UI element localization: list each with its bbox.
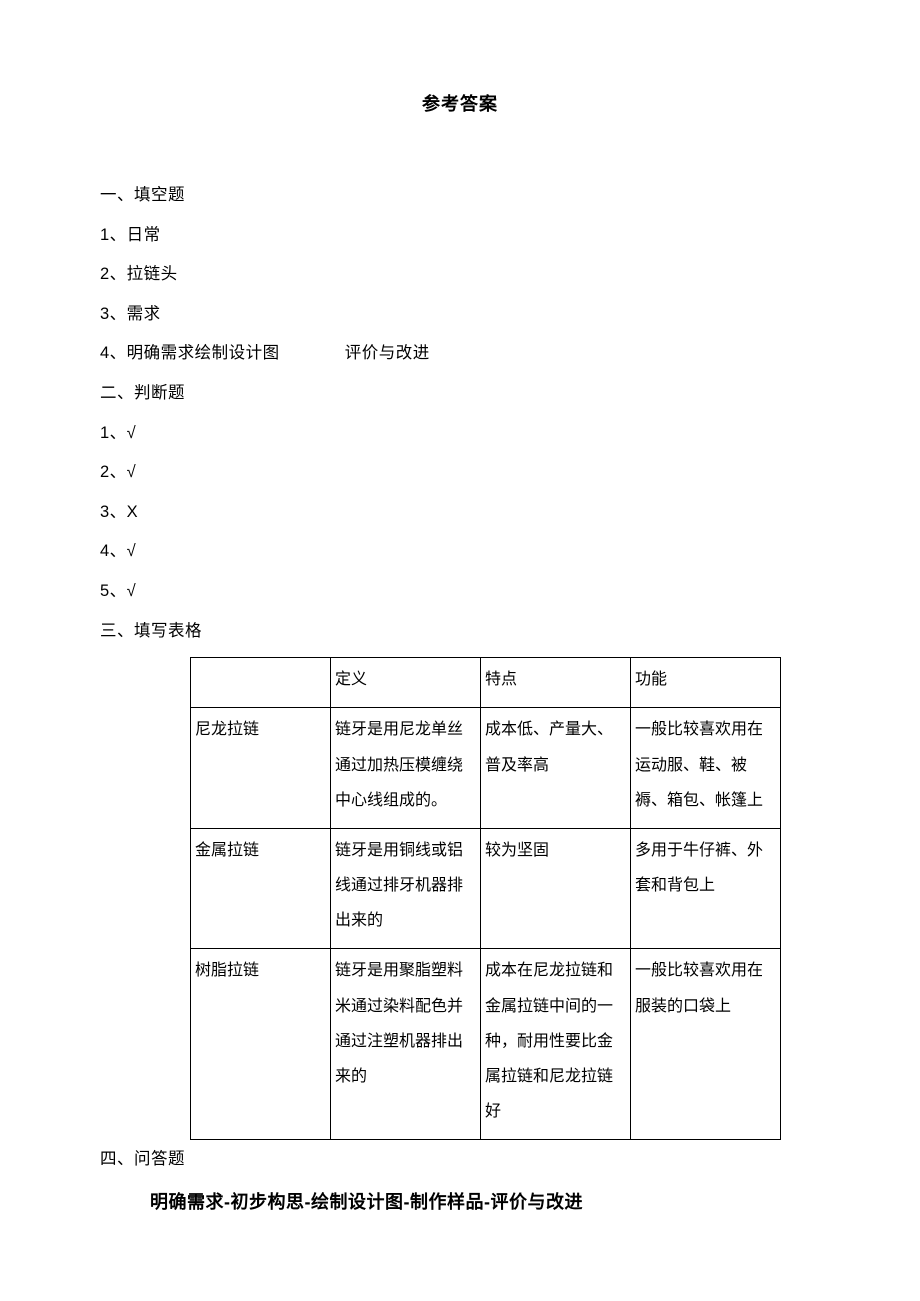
fill-blank-2: 2、拉链头: [100, 255, 820, 295]
zipper-table: 定义 特点 功能 尼龙拉链 链牙是用尼龙单丝通过加热压模缠绕中心线组成的。 成本…: [190, 657, 781, 1140]
th-empty: [191, 658, 331, 708]
section-3-heading: 三、填写表格: [100, 612, 820, 652]
section-4-heading: 四、问答题: [100, 1140, 820, 1180]
row3-def: 链牙是用聚脂塑料米通过染料配色并通过注塑机器排出来的: [331, 949, 481, 1140]
fill-blank-4a: 4、明确需求绘制设计图: [100, 344, 280, 362]
qa-answer: 明确需求-初步构思-绘制设计图-制作样品-评价与改进: [150, 1188, 820, 1214]
row1-func: 一般比较喜欢用在运动服、鞋、被褥、箱包、帐篷上: [631, 708, 781, 829]
fill-blank-4b: 评价与改进: [345, 334, 430, 374]
fill-blank-3: 3、需求: [100, 295, 820, 335]
judge-1: 1、√: [100, 414, 820, 454]
th-definition: 定义: [331, 658, 481, 708]
row1-name: 尼龙拉链: [191, 708, 331, 829]
section-1-heading: 一、填空题: [100, 176, 820, 216]
row3-name: 树脂拉链: [191, 949, 331, 1140]
th-feature: 特点: [481, 658, 631, 708]
row2-def: 链牙是用铜线或铝线通过排牙机器排出来的: [331, 828, 481, 949]
row2-name: 金属拉链: [191, 828, 331, 949]
row2-feat: 较为坚固: [481, 828, 631, 949]
row1-feat: 成本低、产量大、普及率高: [481, 708, 631, 829]
judge-2: 2、√: [100, 453, 820, 493]
table-row: 尼龙拉链 链牙是用尼龙单丝通过加热压模缠绕中心线组成的。 成本低、产量大、普及率…: [191, 708, 781, 829]
section-2-heading: 二、判断题: [100, 374, 820, 414]
judge-4: 4、√: [100, 532, 820, 572]
fill-blank-1: 1、日常: [100, 216, 820, 256]
th-function: 功能: [631, 658, 781, 708]
table-header-row: 定义 特点 功能: [191, 658, 781, 708]
fill-blank-4: 4、明确需求绘制设计图 评价与改进: [100, 334, 820, 374]
judge-3: 3、X: [100, 493, 820, 533]
row3-func: 一般比较喜欢用在服装的口袋上: [631, 949, 781, 1140]
table-row: 金属拉链 链牙是用铜线或铝线通过排牙机器排出来的 较为坚固 多用于牛仔裤、外套和…: [191, 828, 781, 949]
table-row: 树脂拉链 链牙是用聚脂塑料米通过染料配色并通过注塑机器排出来的 成本在尼龙拉链和…: [191, 949, 781, 1140]
judge-5: 5、√: [100, 572, 820, 612]
page-title: 参考答案: [100, 90, 820, 116]
document-page: 参考答案 一、填空题 1、日常 2、拉链头 3、需求 4、明确需求绘制设计图 评…: [0, 0, 920, 1301]
row3-feat: 成本在尼龙拉链和金属拉链中间的一种，耐用性要比金属拉链和尼龙拉链好: [481, 949, 631, 1140]
row1-def: 链牙是用尼龙单丝通过加热压模缠绕中心线组成的。: [331, 708, 481, 829]
row2-func: 多用于牛仔裤、外套和背包上: [631, 828, 781, 949]
